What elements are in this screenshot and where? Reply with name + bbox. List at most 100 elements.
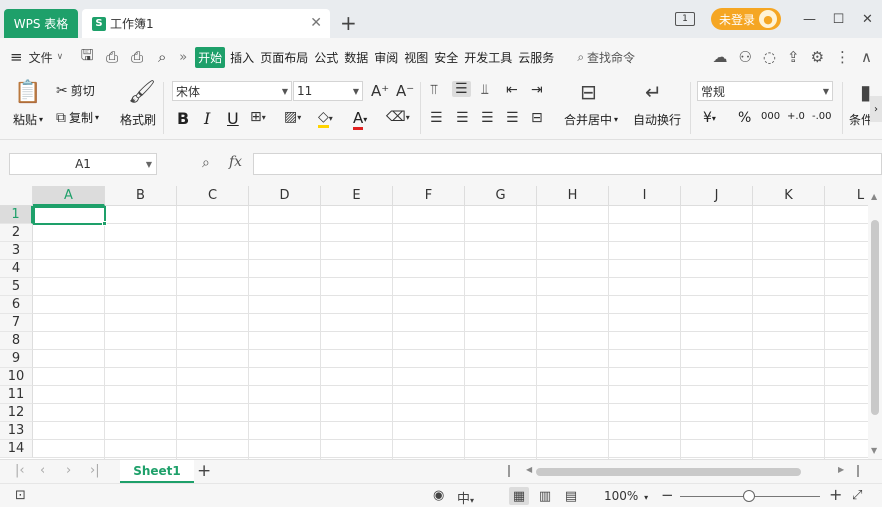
- column-header[interactable]: C: [177, 186, 249, 206]
- scroll-down-icon[interactable]: ▼: [871, 446, 877, 455]
- zoom-level[interactable]: 100% ▾: [604, 489, 648, 503]
- column-header[interactable]: J: [681, 186, 753, 206]
- wrap-text-button[interactable]: 自动换行: [633, 111, 681, 128]
- scroll-right-icon[interactable]: ▶: [838, 465, 844, 474]
- formula-input[interactable]: [253, 153, 882, 175]
- align-right-icon[interactable]: ☰: [481, 110, 494, 126]
- tab-developer[interactable]: 开发工具: [463, 47, 513, 68]
- tab-page-layout[interactable]: 页面布局: [259, 47, 309, 68]
- minimize-icon[interactable]: —: [795, 12, 824, 27]
- collapse-ribbon-icon[interactable]: ∧: [861, 48, 872, 66]
- increase-font-icon[interactable]: A⁺: [371, 82, 389, 100]
- zoom-out-button[interactable]: −: [661, 486, 674, 504]
- prev-sheet-icon[interactable]: ‹: [40, 463, 45, 478]
- app-tab-wps[interactable]: WPS 表格: [4, 9, 78, 38]
- row-header[interactable]: 2: [0, 224, 33, 242]
- cut-button[interactable]: ✂ 剪切: [56, 82, 95, 99]
- zoom-in-button[interactable]: +: [829, 485, 842, 504]
- column-header[interactable]: B: [105, 186, 177, 206]
- share-icon[interactable]: ⇪: [787, 48, 800, 66]
- row-header[interactable]: 9: [0, 350, 33, 368]
- comment-icon[interactable]: ◌: [763, 48, 776, 66]
- save-icon[interactable]: 🖫: [79, 45, 95, 70]
- column-header[interactable]: A: [33, 186, 105, 206]
- last-sheet-icon[interactable]: ›|: [90, 463, 100, 478]
- tab-home[interactable]: 开始: [195, 46, 226, 68]
- align-middle-icon[interactable]: ☰: [452, 81, 471, 97]
- maximize-icon[interactable]: ☐: [824, 12, 853, 27]
- row-header[interactable]: 8: [0, 332, 33, 350]
- row-header[interactable]: 12: [0, 404, 33, 422]
- thousands-separator-button[interactable]: 000: [761, 111, 780, 122]
- next-sheet-icon[interactable]: ›: [66, 463, 71, 478]
- page-layout-view-icon[interactable]: ▥: [535, 487, 555, 505]
- row-header[interactable]: 4: [0, 260, 33, 278]
- currency-button[interactable]: ¥ ▾: [703, 110, 716, 126]
- row-header[interactable]: 7: [0, 314, 33, 332]
- tab-view[interactable]: 视图: [403, 47, 429, 68]
- fill-color-icon[interactable]: ◇ ▾: [318, 109, 333, 128]
- page-break-view-icon[interactable]: ▤: [561, 487, 581, 505]
- cell-area[interactable]: [33, 206, 868, 459]
- fill-pattern-icon[interactable]: ▨ ▾: [284, 109, 301, 125]
- row-header[interactable]: 11: [0, 386, 33, 404]
- row-header[interactable]: 10: [0, 368, 33, 386]
- format-painter-label-wrap[interactable]: 格式刷: [120, 111, 156, 128]
- column-header[interactable]: D: [249, 186, 321, 206]
- row-header[interactable]: 5: [0, 278, 33, 296]
- tab-cloud[interactable]: 云服务: [517, 47, 555, 68]
- tab-formulas[interactable]: 公式: [313, 47, 339, 68]
- increase-decimal-button[interactable]: +.0: [787, 111, 805, 122]
- italic-button[interactable]: I: [204, 109, 210, 128]
- decrease-decimal-button[interactable]: -.00: [812, 111, 832, 122]
- find-command-box[interactable]: ⌕ 查找命令: [577, 49, 635, 66]
- increase-indent-icon[interactable]: ⇥: [531, 82, 543, 98]
- vertical-scroll-thumb[interactable]: [871, 220, 879, 415]
- merge-cells-icon[interactable]: ⊟: [580, 80, 597, 104]
- close-window-icon[interactable]: ✕: [853, 12, 882, 27]
- zoom-slider-knob[interactable]: [743, 490, 755, 502]
- copy-button[interactable]: ⧉ 复制 ▾: [56, 109, 99, 126]
- justify-icon[interactable]: ☰: [506, 110, 519, 126]
- cloud-sync-icon[interactable]: ☁: [712, 48, 727, 66]
- split-handle-right[interactable]: [857, 465, 859, 477]
- first-sheet-icon[interactable]: |‹: [15, 463, 25, 478]
- format-painter-button[interactable]: 🖌: [128, 80, 156, 105]
- horizontal-scroll-thumb[interactable]: [536, 468, 801, 476]
- settings-gear-icon[interactable]: ⚙: [811, 48, 824, 66]
- name-box[interactable]: A1 ▼: [9, 153, 157, 175]
- more-options-icon[interactable]: ⋮: [835, 48, 850, 66]
- zoom-formula-icon[interactable]: ⌕: [202, 155, 210, 171]
- fill-handle[interactable]: [102, 221, 107, 226]
- scroll-left-icon[interactable]: ◀: [526, 465, 532, 474]
- print-preview-icon[interactable]: ⌕: [154, 48, 170, 66]
- print-icon[interactable]: ⎙: [129, 48, 145, 66]
- tab-review[interactable]: 审阅: [373, 47, 399, 68]
- close-tab-icon[interactable]: ✕: [310, 15, 322, 31]
- hamburger-icon[interactable]: ≡: [10, 48, 23, 66]
- font-name-combo[interactable]: 宋体 ▼: [172, 81, 292, 101]
- file-menu[interactable]: 文件 ∨: [29, 49, 64, 66]
- horizontal-scrollbar[interactable]: ◀ ▶: [520, 465, 850, 478]
- export-pdf-icon[interactable]: ⎙: [104, 48, 120, 66]
- column-header[interactable]: E: [321, 186, 393, 206]
- input-method-icon[interactable]: 中▾: [457, 488, 474, 507]
- font-color-button[interactable]: A ▾: [353, 109, 367, 130]
- underline-button[interactable]: U: [227, 109, 239, 128]
- select-all-corner[interactable]: [0, 186, 33, 206]
- paste-button[interactable]: 📋: [14, 80, 41, 105]
- spreadsheet-grid[interactable]: ABCDEFGHIJKL 1 2 3 4 5 6 7 8 9 10 11 12 13 14: [0, 186, 868, 459]
- align-bottom-icon[interactable]: ⫫: [481, 82, 489, 98]
- fullscreen-icon[interactable]: ⤢: [852, 488, 862, 503]
- tab-insert[interactable]: 插入: [229, 47, 255, 68]
- document-tab[interactable]: S 工作簿1 ✕: [82, 9, 330, 38]
- share-user-icon[interactable]: ⚇: [738, 48, 751, 66]
- row-header[interactable]: 13: [0, 422, 33, 440]
- decrease-font-icon[interactable]: A⁻: [396, 82, 414, 100]
- align-center-icon[interactable]: ☰: [456, 110, 469, 126]
- column-header[interactable]: H: [537, 186, 609, 206]
- merge-center-button[interactable]: 合并居中 ▾: [564, 111, 618, 128]
- tab-data[interactable]: 数据: [343, 47, 369, 68]
- column-header[interactable]: F: [393, 186, 465, 206]
- active-cell-a1[interactable]: [33, 206, 106, 225]
